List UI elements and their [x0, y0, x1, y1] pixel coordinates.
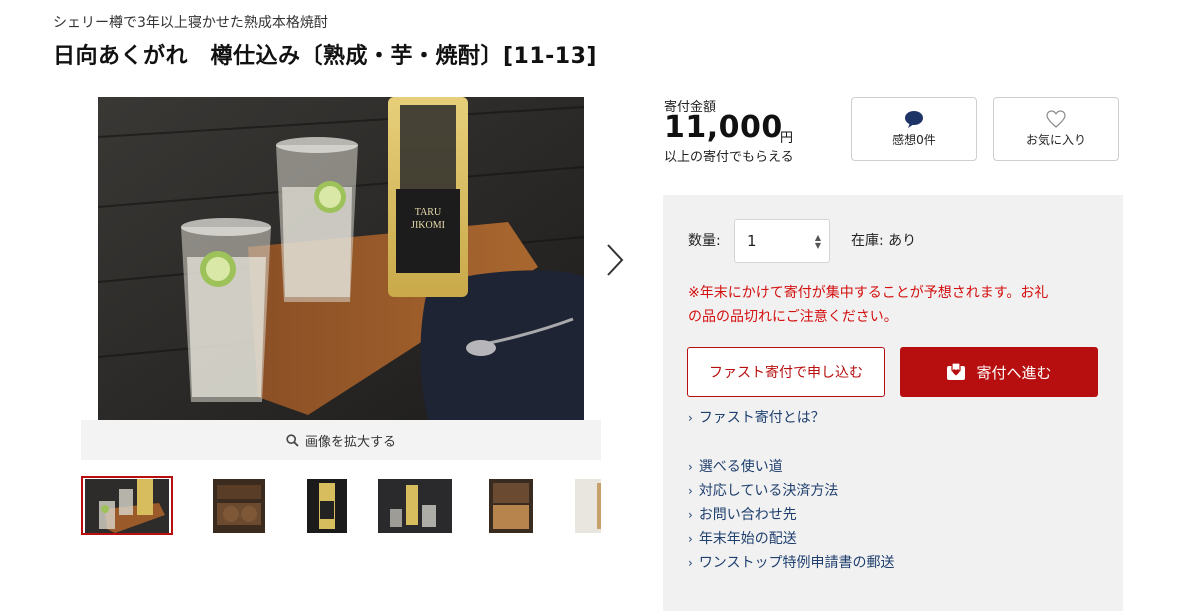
thumbnail-image [307, 478, 347, 533]
thumbnail-image [575, 478, 601, 533]
link-label: お問い合わせ先 [698, 507, 797, 523]
favorite-label: お気に入り [1025, 133, 1086, 147]
fast-donation-button[interactable]: ファスト寄付で申し込む [687, 347, 885, 397]
price-note: 以上の寄付でもらえる [664, 150, 794, 165]
stock-status: 在庫: あり [851, 233, 917, 249]
proceed-donation-button[interactable]: 寄付へ進む [900, 347, 1098, 397]
link-payment-methods[interactable]: › 対応している決済方法 [688, 480, 838, 500]
product-subtitle: シェリー樽で3年以上寝かせた熟成本格焼酎 [53, 15, 328, 31]
chevron-right-icon: › [688, 411, 693, 425]
link-holiday-shipping[interactable]: › 年末年始の配送 [688, 528, 797, 548]
quantity-select[interactable]: 1 ▲ ▼ [734, 219, 830, 263]
link-onestop-form[interactable]: › ワンストップ特例申請書の郵送 [688, 552, 895, 572]
link-label: ファスト寄付とは？ [698, 410, 825, 426]
product-main-image[interactable]: TARU JIKOMI [98, 97, 584, 420]
magnifier-icon [286, 433, 299, 447]
notice-text: ※年末にかけて寄付が集中することが予想されます。お礼 の品の品切れにご注意くださ… [688, 281, 1098, 329]
link-label: 選べる使い道 [698, 459, 783, 475]
chevron-right-icon: › [688, 556, 693, 570]
link-usage-options[interactable]: › 選べる使い道 [688, 456, 783, 476]
spinner-icon: ▲ ▼ [814, 233, 821, 250]
chevron-right-icon [607, 244, 624, 276]
thumbnail-item[interactable] [553, 476, 601, 535]
quantity-label: 数量: [688, 233, 721, 249]
link-label: 対応している決済方法 [698, 483, 839, 499]
heart-icon [1046, 110, 1066, 128]
chevron-right-icon: › [688, 460, 693, 474]
price-amount: 11,000 [664, 110, 783, 145]
link-fast-about[interactable]: › ファスト寄付とは？ [688, 407, 825, 427]
thumbnail-image [378, 478, 452, 533]
reviews-label: 感想0件 [892, 133, 936, 147]
notice-line: ※年末にかけて寄付が集中することが予想されます。お礼 [688, 285, 1049, 301]
thumbnail-image [85, 478, 169, 533]
proceed-donation-label: 寄付へ進む [976, 363, 1052, 382]
link-label: ワンストップ特例申請書の郵送 [698, 555, 895, 571]
thumbnail-item[interactable] [193, 476, 285, 535]
chevron-right-icon: › [688, 532, 693, 546]
reviews-button[interactable]: 感想0件 [851, 97, 977, 161]
order-panel [663, 195, 1123, 611]
svg-text:TARU: TARU [415, 207, 442, 218]
thumbnail-item[interactable] [465, 476, 557, 535]
gallery-next-button[interactable] [598, 238, 632, 282]
chevron-right-icon: › [688, 484, 693, 498]
thumbnail-item[interactable] [281, 476, 373, 535]
thumbnail-strip [81, 476, 601, 536]
favorite-button[interactable]: お気に入り [993, 97, 1119, 161]
link-label: 年末年始の配送 [698, 531, 797, 547]
price-unit: 円 [780, 131, 794, 146]
thumbnail-item[interactable] [369, 476, 461, 535]
fast-donation-label: ファスト寄付で申し込む [709, 365, 863, 381]
product-title: 日向あくがれ 樽仕込み〔熟成・芋・焼酎〕[11-13] [53, 44, 597, 69]
quantity-value: 1 [747, 232, 757, 250]
zoom-image-button[interactable]: 画像を拡大する [81, 420, 601, 460]
thumbnail-item[interactable] [81, 476, 173, 535]
notice-line: の品の品切れにご注意ください。 [688, 309, 898, 325]
thumbnail-image [489, 478, 533, 533]
donation-box-icon [947, 363, 966, 380]
link-contact[interactable]: › お問い合わせ先 [688, 504, 797, 524]
thumbnail-image [213, 478, 265, 533]
svg-text:JIKOMI: JIKOMI [411, 220, 445, 231]
chevron-right-icon: › [688, 508, 693, 522]
speech-bubble-icon [905, 111, 923, 128]
zoom-label: 画像を拡大する [304, 434, 396, 450]
